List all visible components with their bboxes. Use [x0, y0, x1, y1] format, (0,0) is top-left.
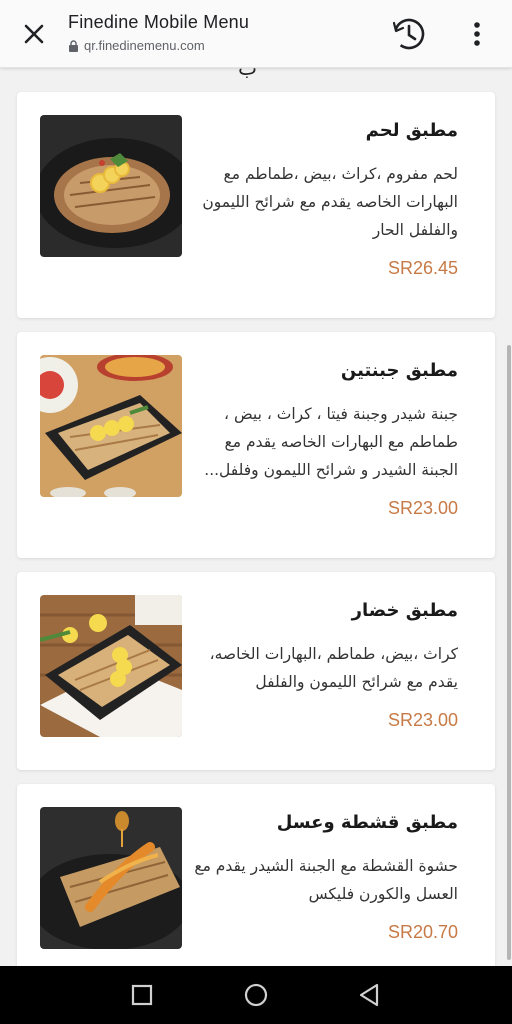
page-title: Finedine Mobile Menu: [68, 12, 250, 32]
menu-item-price: SR23.00: [387, 498, 458, 518]
back-button[interactable]: [356, 981, 384, 1009]
menu-item-price: SR20.70: [387, 922, 458, 942]
menu-item-name: مطبق لحم: [365, 120, 458, 141]
url-text: qr.finedinemenu.com: [84, 38, 205, 53]
menu-item-image: [40, 355, 182, 497]
menu-item-description: كراث ،بيض، طماطم ،البهارات الخاصه، يقدم …: [209, 645, 458, 691]
history-icon: [392, 18, 425, 50]
recents-button[interactable]: [128, 981, 156, 1009]
close-icon: [24, 24, 44, 44]
home-circle-icon: [244, 983, 268, 1007]
system-nav-bar: [0, 966, 512, 1024]
menu-list: ب مطبق لحم لحم مفروم ،كراث ،بيض ،طماطم م…: [0, 0, 512, 966]
menu-item-image: [40, 115, 182, 257]
menu-item-name: مطبق خضار: [351, 600, 458, 621]
url-row[interactable]: qr.finedinemenu.com: [68, 38, 249, 53]
menu-item-card[interactable]: مطبق قشطة وعسل حشوة القشطة مع الجبنة الش…: [17, 784, 495, 966]
menu-item-price: SR23.00: [387, 710, 458, 730]
recents-square-icon: [131, 984, 153, 1006]
menu-item-name: مطبق قشطة وعسل: [276, 812, 458, 833]
menu-item-image: [40, 595, 182, 737]
history-button[interactable]: [388, 13, 430, 55]
menu-item-image: [40, 807, 182, 949]
title-block: Finedine Mobile Menu qr.finedinemenu.com: [68, 12, 249, 53]
more-options-button[interactable]: [462, 14, 492, 54]
menu-item-description: جبنة شيدر وجبنة فيتا ، كراث ، بيض ، طماط…: [204, 405, 458, 479]
scrollbar[interactable]: [507, 345, 511, 960]
lock-icon: [69, 39, 78, 52]
browser-top-bar: Finedine Mobile Menu qr.finedinemenu.com: [0, 0, 512, 68]
menu-item-card[interactable]: مطبق جبنتين جبنة شيدر وجبنة فيتا ، كراث …: [17, 332, 495, 558]
close-button[interactable]: [14, 14, 54, 54]
menu-item-description: لحم مفروم ،كراث ،بيض ،طماطم مع البهارات …: [202, 165, 458, 239]
home-button[interactable]: [242, 981, 270, 1009]
menu-item-name: مطبق جبنتين: [340, 360, 458, 381]
menu-item-card[interactable]: مطبق خضار كراث ،بيض، طماطم ،البهارات الخ…: [17, 572, 495, 770]
back-triangle-icon: [359, 983, 379, 1007]
more-vert-icon: [474, 22, 480, 46]
menu-item-price: SR26.45: [387, 258, 458, 278]
menu-item-card[interactable]: مطبق لحم لحم مفروم ،كراث ،بيض ،طماطم مع …: [17, 92, 495, 318]
menu-item-description: حشوة القشطة مع الجبنة الشيدر يقدم مع الع…: [194, 857, 458, 903]
